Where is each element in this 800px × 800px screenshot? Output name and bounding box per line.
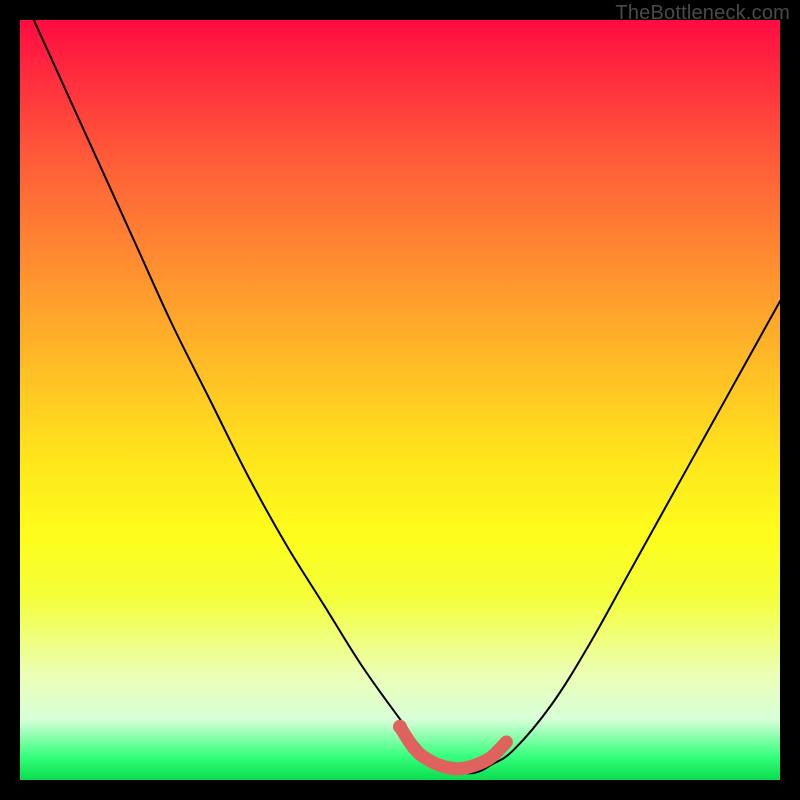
- optimal-zone-path: [400, 727, 506, 769]
- bottleneck-curve-path: [20, 20, 780, 773]
- chart-frame: TheBottleneck.com: [0, 0, 800, 800]
- chart-svg: [20, 20, 780, 780]
- plot-area: [20, 20, 780, 780]
- watermark-text: TheBottleneck.com: [615, 2, 790, 25]
- optimal-zone-dot: [393, 720, 407, 734]
